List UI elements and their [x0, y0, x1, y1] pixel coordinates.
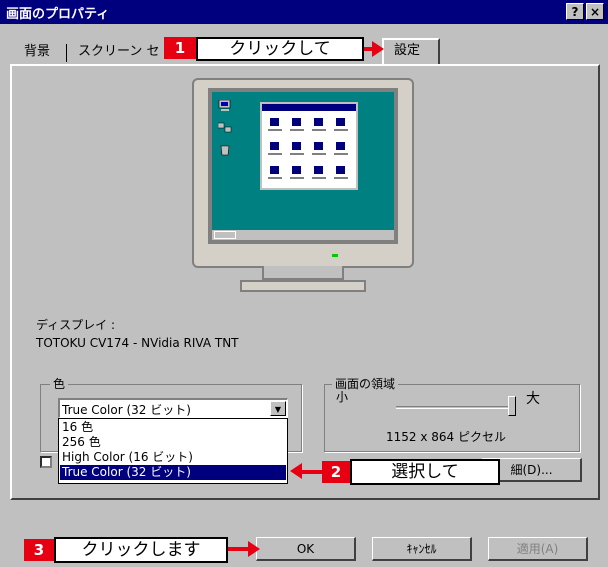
step-2-callout: 選択して — [350, 459, 500, 485]
display-label: ディスプレイ : — [36, 318, 116, 332]
color-dropdown-value: True Color (32 ビット) — [62, 403, 191, 417]
tab-settings[interactable]: 設定 — [382, 38, 440, 64]
chevron-down-icon[interactable]: ▼ — [270, 401, 286, 416]
apply-button[interactable]: 適用(A) — [488, 537, 588, 561]
arrow-right-icon — [248, 541, 260, 557]
resolution-large-label: 大 — [526, 391, 540, 407]
monitor-stand-base — [240, 280, 366, 292]
window-title: 画面のプロパティ — [6, 7, 110, 22]
help-button[interactable]: ? — [566, 3, 584, 20]
mini-start-button — [214, 231, 236, 239]
tab-screensaver[interactable]: スクリーン セ — [74, 41, 174, 65]
monitor-preview — [192, 78, 414, 268]
step-3-arrow-shaft — [228, 547, 250, 551]
resolution-value: 1152 x 864 ピクセル — [386, 430, 506, 444]
show-settings-checkbox[interactable] — [40, 456, 52, 468]
ok-button[interactable]: OK — [256, 537, 356, 561]
my-computer-icon — [218, 99, 232, 112]
color-dropdown-list: 16 色 256 色 High Color (16 ビット) True Colo… — [58, 418, 288, 484]
monitor-stand-neck — [262, 266, 344, 280]
recycle-bin-icon — [218, 144, 232, 156]
resolution-slider-track[interactable] — [396, 406, 516, 409]
desktop-preview — [212, 92, 394, 240]
monitor-screen-bezel — [208, 88, 398, 244]
arrow-right-icon — [372, 41, 384, 57]
color-option-16[interactable]: 16 色 — [60, 420, 286, 435]
mini-window-icons — [268, 118, 348, 179]
resolution-slider-thumb[interactable] — [508, 396, 516, 416]
step-2-arrow-shaft — [300, 470, 322, 474]
color-option-high-color[interactable]: High Color (16 ビット) — [60, 450, 286, 465]
color-group-label: 色 — [50, 375, 69, 392]
network-icon — [217, 122, 232, 134]
monitor-power-led — [332, 254, 338, 257]
step-3-callout: クリックします — [54, 537, 228, 563]
display-name: TOTOKU CV174 - NVidia RIVA TNT — [36, 336, 239, 350]
resolution-small-label: 小 — [336, 390, 349, 404]
title-bar: 画面のプロパティ ? × — [0, 0, 608, 24]
cancel-button[interactable]: ｷｬﾝｾﾙ — [372, 537, 472, 561]
color-dropdown[interactable]: True Color (32 ビット) ▼ — [58, 398, 288, 418]
display-properties-window: 画面のプロパティ ? × 背景 スクリーン セ 設定 ディスプレイ: TOTO… — [0, 0, 608, 567]
step-3-badge: 3 — [24, 539, 54, 561]
step-1-callout: クリックして — [196, 37, 364, 61]
color-option-256[interactable]: 256 色 — [60, 435, 286, 450]
mini-window-titlebar — [262, 104, 356, 111]
color-option-true-color[interactable]: True Color (32 ビット) — [60, 465, 286, 480]
tab-background[interactable]: 背景 — [20, 41, 66, 65]
step-2-badge: 2 — [322, 461, 350, 483]
close-button[interactable]: × — [586, 3, 604, 20]
tab-divider — [66, 44, 67, 62]
mini-taskbar — [212, 230, 394, 240]
step-1-badge: 1 — [164, 37, 196, 59]
mini-window-preview — [260, 102, 358, 190]
